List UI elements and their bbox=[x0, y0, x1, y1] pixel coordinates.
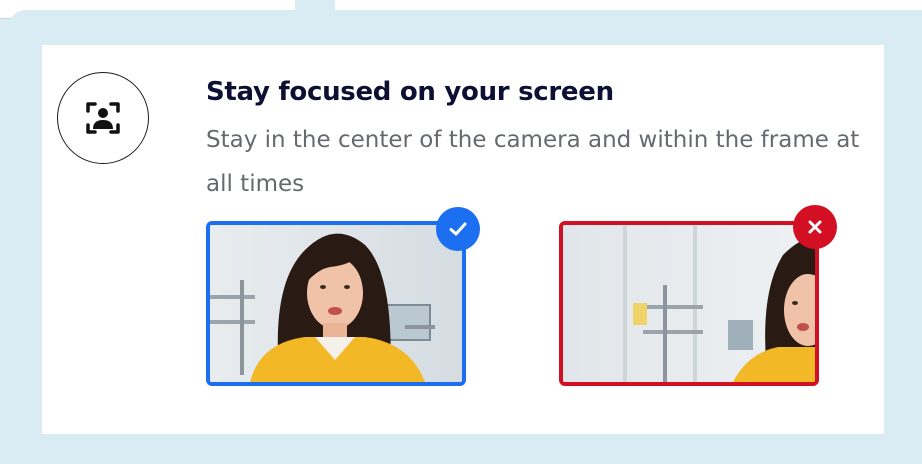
background-strip bbox=[335, 0, 922, 10]
checkmark-icon bbox=[449, 222, 467, 236]
incorrect-badge bbox=[793, 205, 837, 249]
x-mark-icon bbox=[808, 220, 822, 234]
correct-example-image bbox=[206, 221, 466, 386]
face-badge bbox=[57, 72, 149, 164]
instruction-description: Stay in the center of the camera and wit… bbox=[206, 127, 860, 197]
correct-badge bbox=[436, 207, 480, 251]
incorrect-example-image bbox=[559, 221, 819, 386]
instruction-title: Stay focused on your screen bbox=[206, 77, 614, 107]
face-frame-icon bbox=[86, 102, 120, 134]
